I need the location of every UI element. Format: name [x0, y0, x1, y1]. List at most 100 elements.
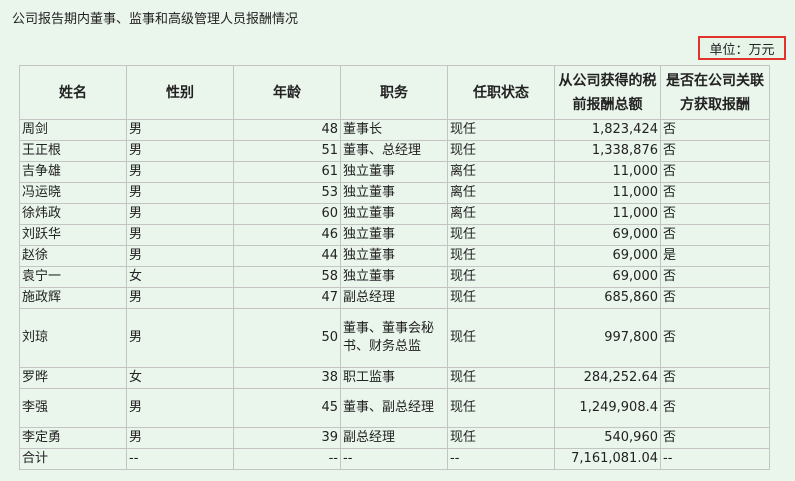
cell-name: 施政辉: [19, 287, 127, 309]
cell-position: 独立董事: [340, 224, 448, 246]
cell-gender: 男: [126, 245, 234, 267]
cell-gender: 男: [126, 224, 234, 246]
cell-status: 现任: [447, 266, 555, 288]
cell-gender: 女: [126, 367, 234, 389]
cell-age: 53: [233, 182, 341, 204]
table-row: 赵徐 男 44 独立董事 现任 69,000 是: [19, 245, 770, 267]
cell-name: 李定勇: [19, 427, 127, 449]
cell-gender: 女: [126, 266, 234, 288]
cell-status: 离任: [447, 161, 555, 183]
cell-age: 58: [233, 266, 341, 288]
cell-gender: 男: [126, 287, 234, 309]
cell-name: 周剑: [19, 119, 127, 141]
cell-position: 董事、总经理: [340, 140, 448, 162]
cell-status: 现任: [447, 119, 555, 141]
cell-age: 45: [233, 388, 341, 428]
cell-name: 赵徐: [19, 245, 127, 267]
unit-label: 单位：万元: [698, 36, 786, 60]
table-row: 施政辉 男 47 副总经理 现任 685,860 否: [19, 287, 770, 309]
cell-status: 现任: [447, 367, 555, 389]
cell-position: 副总经理: [340, 287, 448, 309]
cell-name: 冯运晓: [19, 182, 127, 204]
header-pay: 从公司获得的税前报酬总额: [554, 65, 661, 120]
cell-pay: 997,800: [554, 308, 661, 368]
table-row: 李强 男 45 董事、副总经理 现任 1,249,908.4 否: [19, 388, 770, 428]
cell-gender: --: [126, 448, 234, 470]
header-gender: 性别: [126, 65, 234, 120]
cell-age: 46: [233, 224, 341, 246]
cell-gender: 男: [126, 140, 234, 162]
cell-related: 否: [660, 266, 770, 288]
cell-age: 44: [233, 245, 341, 267]
cell-position: 独立董事: [340, 203, 448, 225]
cell-pay: 685,860: [554, 287, 661, 309]
cell-name: 李强: [19, 388, 127, 428]
cell-age: 47: [233, 287, 341, 309]
cell-pay: 1,338,876: [554, 140, 661, 162]
cell-related: 否: [660, 388, 770, 428]
cell-pay: 1,823,424: [554, 119, 661, 141]
cell-age: 48: [233, 119, 341, 141]
cell-pay: 11,000: [554, 182, 661, 204]
cell-gender: 男: [126, 161, 234, 183]
cell-status: 现任: [447, 287, 555, 309]
cell-pay: 284,252.64: [554, 367, 661, 389]
cell-name: 王正根: [19, 140, 127, 162]
cell-position: 职工监事: [340, 367, 448, 389]
cell-pay: 540,960: [554, 427, 661, 449]
cell-gender: 男: [126, 119, 234, 141]
cell-gender: 男: [126, 182, 234, 204]
cell-position: 董事、副总经理: [340, 388, 448, 428]
cell-related: 否: [660, 161, 770, 183]
cell-gender: 男: [126, 388, 234, 428]
cell-position: 董事长: [340, 119, 448, 141]
cell-status: 现任: [447, 427, 555, 449]
cell-related: 否: [660, 367, 770, 389]
cell-age: 39: [233, 427, 341, 449]
cell-related: 否: [660, 119, 770, 141]
cell-name: 刘跃华: [19, 224, 127, 246]
cell-pay: 69,000: [554, 245, 661, 267]
cell-related: 否: [660, 287, 770, 309]
cell-pay: 1,249,908.4: [554, 388, 661, 428]
cell-pay: 11,000: [554, 203, 661, 225]
table-header-row: 姓名 性别 年龄 职务 任职状态 从公司获得的税前报酬总额 是否在公司关联方获取…: [19, 65, 770, 120]
cell-name: 徐炜政: [19, 203, 127, 225]
cell-related: 否: [660, 203, 770, 225]
compensation-table: 姓名 性别 年龄 职务 任职状态 从公司获得的税前报酬总额 是否在公司关联方获取…: [19, 65, 770, 470]
cell-status: 现任: [447, 245, 555, 267]
cell-related: 是: [660, 245, 770, 267]
cell-age: 38: [233, 367, 341, 389]
cell-position: 独立董事: [340, 245, 448, 267]
cell-pay: 7,161,081.04: [554, 448, 661, 470]
cell-position: 董事、董事会秘书、财务总监: [340, 308, 448, 368]
cell-age: 60: [233, 203, 341, 225]
cell-gender: 男: [126, 203, 234, 225]
document-title: 公司报告期内董事、监事和高级管理人员报酬情况: [12, 12, 299, 27]
header-related: 是否在公司关联方获取报酬: [660, 65, 770, 120]
cell-status: 离任: [447, 203, 555, 225]
table-row: 吉争雄 男 61 独立董事 离任 11,000 否: [19, 161, 770, 183]
cell-related: --: [660, 448, 770, 470]
header-name: 姓名: [19, 65, 127, 120]
table-row: 徐炜政 男 60 独立董事 离任 11,000 否: [19, 203, 770, 225]
table-row: 李定勇 男 39 副总经理 现任 540,960 否: [19, 427, 770, 449]
cell-position: --: [340, 448, 448, 470]
header-status: 任职状态: [447, 65, 555, 120]
cell-name: 刘琼: [19, 308, 127, 368]
cell-position: 独立董事: [340, 161, 448, 183]
cell-status: 现任: [447, 388, 555, 428]
cell-status: 现任: [447, 308, 555, 368]
cell-related: 否: [660, 182, 770, 204]
table-row: 刘跃华 男 46 独立董事 现任 69,000 否: [19, 224, 770, 246]
table-total-row: 合计 -- -- -- -- 7,161,081.04 --: [19, 448, 770, 470]
table-row: 冯运晓 男 53 独立董事 离任 11,000 否: [19, 182, 770, 204]
cell-position: 独立董事: [340, 182, 448, 204]
cell-status: 现任: [447, 140, 555, 162]
cell-name: 袁宁一: [19, 266, 127, 288]
cell-name: 吉争雄: [19, 161, 127, 183]
cell-age: 51: [233, 140, 341, 162]
cell-position: 独立董事: [340, 266, 448, 288]
cell-pay: 11,000: [554, 161, 661, 183]
cell-status: 现任: [447, 224, 555, 246]
